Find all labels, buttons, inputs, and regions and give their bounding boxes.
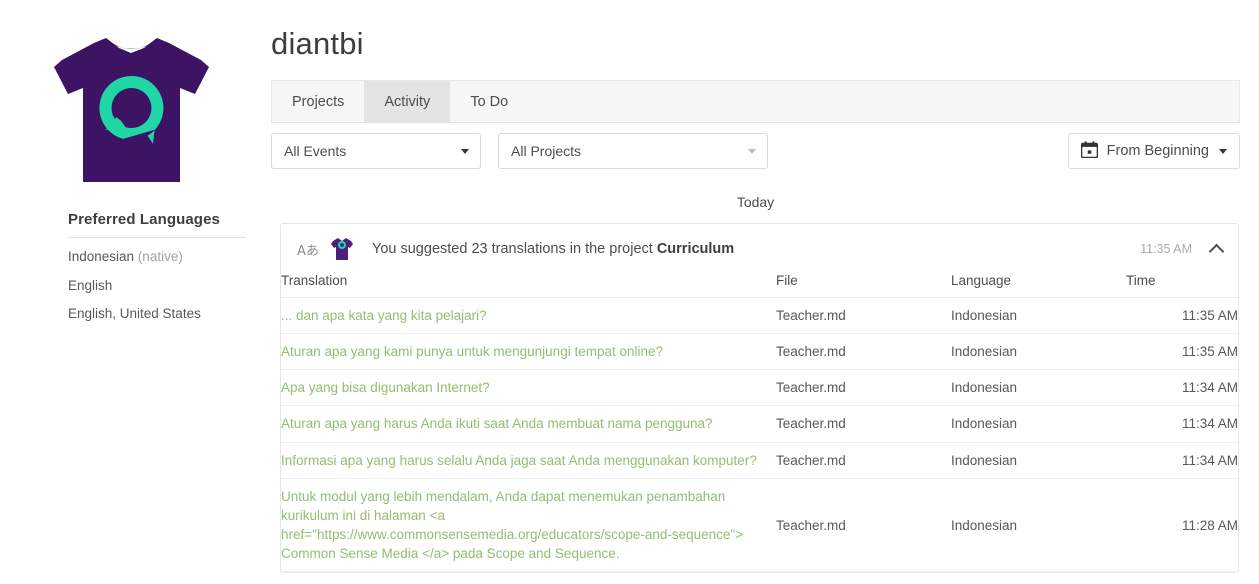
- translation-link[interactable]: Informasi apa yang harus selalu Anda jag…: [281, 453, 757, 468]
- translation-link[interactable]: Aturan apa yang harus Anda ikuti saat An…: [281, 416, 713, 431]
- cell-file: Teacher.md: [776, 405, 951, 443]
- cell-time: 11:34 AM: [1126, 369, 1238, 407]
- cell-file: Teacher.md: [776, 478, 951, 573]
- column-header-file: File: [776, 271, 951, 298]
- cell-language: Indonesian: [951, 478, 1126, 573]
- table-row: Aturan apa yang harus Anda ikuti saat An…: [281, 405, 1238, 443]
- event-type-value: All Events: [284, 143, 347, 159]
- chevron-down-icon: [1219, 148, 1227, 154]
- filter-bar: All Events All Projects From Beginning: [271, 133, 1240, 169]
- page-title: diantbi: [271, 26, 364, 61]
- cell-file: Teacher.md: [776, 442, 951, 479]
- cell-language: Indonesian: [951, 442, 1126, 479]
- activity-summary: You suggested 23 translations in the pro…: [372, 241, 1140, 257]
- chevron-down-icon: [748, 149, 756, 154]
- profile-sidebar: Preferred Languages Indonesian (native) …: [0, 0, 262, 324]
- translation-icon: Aあ: [297, 243, 319, 259]
- table-header-row: Translation File Language Time: [281, 271, 1238, 298]
- cell-file: Teacher.md: [776, 369, 951, 407]
- preferred-languages-block: Preferred Languages Indonesian (native) …: [68, 211, 246, 324]
- table-row: ... dan apa kata yang kita pelajari? Tea…: [281, 297, 1238, 335]
- tab-activity[interactable]: Activity: [364, 81, 451, 122]
- language-name: English, United States: [68, 306, 201, 322]
- table-row: Aturan apa yang kami punya untuk mengunj…: [281, 333, 1238, 371]
- activity-timestamp: 11:35 AM: [1140, 242, 1192, 256]
- cell-file: Teacher.md: [776, 333, 951, 371]
- language-name: English: [68, 277, 113, 293]
- cell-time: 11:35 AM: [1126, 297, 1238, 335]
- cell-language: Indonesian: [951, 369, 1126, 407]
- cell-time: 11:35 AM: [1126, 333, 1238, 371]
- language-item-english[interactable]: English: [68, 267, 246, 296]
- activity-card-header: Aあ You suggested 23 translations in the …: [281, 224, 1238, 271]
- cell-language: Indonesian: [951, 333, 1126, 371]
- table-row: Untuk modul yang lebih mendalam, Anda da…: [281, 478, 1238, 573]
- translation-link[interactable]: Apa yang bisa digunakan Internet?: [281, 380, 490, 395]
- profile-tabs: Projects Activity To Do: [271, 80, 1240, 123]
- project-value: All Projects: [511, 143, 582, 159]
- translation-link[interactable]: Untuk modul yang lebih mendalam, Anda da…: [281, 489, 743, 561]
- chevron-down-icon: [461, 149, 469, 154]
- table-row: Informasi apa yang harus selalu Anda jag…: [281, 442, 1238, 479]
- language-name: Indonesian: [68, 249, 135, 264]
- language-item-indonesian[interactable]: Indonesian (native): [68, 238, 246, 267]
- translation-link[interactable]: ... dan apa kata yang kita pelajari?: [281, 308, 487, 323]
- calendar-icon: [1080, 140, 1098, 162]
- day-divider: Today: [736, 194, 775, 210]
- preferred-languages-title: Preferred Languages: [68, 211, 246, 238]
- language-native-tag: (native): [134, 249, 183, 264]
- date-range-label: From Beginning: [1106, 143, 1209, 159]
- activity-summary-text: You suggested 23 translations in the pro…: [372, 241, 657, 257]
- event-type-select[interactable]: All Events: [271, 133, 481, 169]
- cell-time: 11:34 AM: [1126, 405, 1238, 443]
- tab-todo[interactable]: To Do: [450, 81, 528, 122]
- activity-project-name[interactable]: Curriculum: [657, 241, 734, 257]
- cell-file: Teacher.md: [776, 297, 951, 335]
- date-range-button[interactable]: From Beginning: [1067, 133, 1240, 169]
- translation-link[interactable]: Aturan apa yang kami punya untuk mengunj…: [281, 344, 663, 359]
- column-header-translation: Translation: [281, 271, 776, 298]
- cell-time: 11:34 AM: [1126, 442, 1238, 479]
- page-root: Preferred Languages Indonesian (native) …: [0, 0, 1259, 584]
- tab-projects[interactable]: Projects: [272, 81, 364, 122]
- main-content: diantbi Projects Activity To Do All Even…: [262, 0, 1259, 574]
- language-item-english-us[interactable]: English, United States: [68, 295, 246, 324]
- activity-card: Aあ You suggested 23 translations in the …: [280, 223, 1239, 574]
- translations-table: Translation File Language Time ... dan a…: [281, 271, 1238, 573]
- cell-time: 11:28 AM: [1126, 478, 1238, 573]
- cell-language: Indonesian: [951, 405, 1126, 443]
- tshirt-icon: [331, 237, 353, 261]
- column-header-time: Time: [1126, 271, 1238, 298]
- tshirt-avatar: [44, 22, 219, 197]
- table-row: Apa yang bisa digunakan Internet? Teache…: [281, 369, 1238, 407]
- cell-language: Indonesian: [951, 297, 1126, 335]
- column-header-language: Language: [951, 271, 1126, 298]
- chevron-up-icon[interactable]: [1210, 242, 1224, 256]
- project-select[interactable]: All Projects: [498, 133, 768, 169]
